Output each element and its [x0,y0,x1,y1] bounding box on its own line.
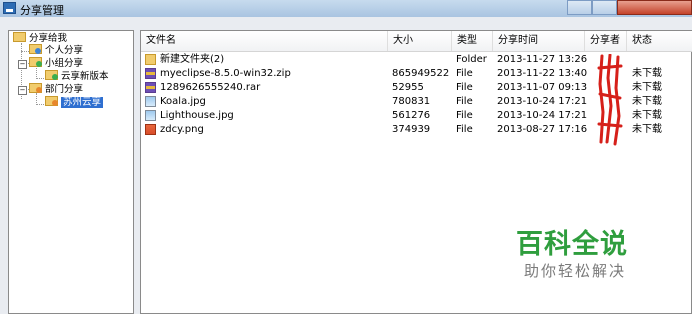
shared-folder-icon [45,70,58,80]
share-time: 2013-11-07 09:13 [497,82,588,93]
file-status: 未下载 [632,96,662,107]
file-type: File [456,68,473,79]
share-time: 2013-11-22 13:40 [497,68,588,79]
file-type: File [456,124,473,135]
share-time: 2013-11-27 13:26 [497,54,588,65]
file-status: 未下载 [632,82,662,93]
file-status: 未下载 [632,124,662,135]
shared-folder-icon [29,57,42,67]
tree-line [21,51,29,52]
file-type: File [456,110,473,121]
tree-item-label: 个人分享 [45,45,84,56]
shared-folder-icon [29,44,42,54]
file-size: 865949522 [392,68,450,79]
image-icon [145,110,156,121]
column-header-name[interactable]: 文件名 [141,31,388,51]
file-name: 新建文件夹(2) [160,54,225,65]
file-status: 未下载 [632,68,662,79]
folder-icon [13,32,26,42]
close-button[interactable] [617,0,692,15]
tree-item-label: 分享给我 [29,33,68,44]
shared-folder-icon [45,96,58,106]
column-header-sharer[interactable]: 分享者 [585,31,627,51]
file-name: 1289626555240.rar [160,82,261,93]
list-header: 文件名 大小 类型 分享时间 分享者 状态 [141,31,692,52]
window-title: 分享管理 [20,4,64,17]
column-header-time[interactable]: 分享时间 [493,31,585,51]
archive-icon [145,68,156,79]
watermark-title: 百科全说 [516,229,628,260]
column-header-size[interactable]: 大小 [388,31,452,51]
png-icon [145,124,156,135]
file-size: 561276 [392,110,431,121]
share-time: 2013-10-24 17:21 [497,110,588,121]
archive-icon [145,82,156,93]
file-type: File [456,96,473,107]
tree-line [36,78,44,79]
file-name: myeclipse-8.5.0-win32.zip [160,68,291,79]
tree-item-label: 部门分享 [45,84,84,95]
share-tree[interactable]: 分享给我 个人分享 − 小组分享 云享新版本 − 部门分享 苏州云享 [8,30,134,314]
collapse-icon[interactable]: − [18,86,27,95]
file-size: 52955 [392,82,424,93]
tree-item-label: 小组分享 [45,58,84,69]
column-header-status[interactable]: 状态 [627,31,692,51]
file-name: Lighthouse.jpg [160,110,234,121]
tree-item-label: 云享新版本 [61,71,109,82]
app-icon [3,2,16,14]
file-name: zdcy.png [160,124,204,135]
tree-item-suzhou[interactable]: 苏州云享 [45,96,104,109]
shared-folder-icon [29,83,42,93]
file-status: 未下载 [632,110,662,121]
tree-item-department[interactable]: 部门分享 [29,83,83,96]
collapse-icon[interactable]: − [18,60,27,69]
file-type: File [456,82,473,93]
redaction-scribble [597,54,623,146]
file-name: Koala.jpg [160,96,206,107]
image-icon [145,96,156,107]
maximize-button[interactable] [592,0,617,15]
share-time: 2013-10-24 17:21 [497,96,588,107]
file-size: 780831 [392,96,431,107]
title-bar: 分享管理 [0,0,692,17]
tree-item-group[interactable]: 小组分享 [29,57,83,70]
minimize-button[interactable] [567,0,592,15]
column-header-type[interactable]: 类型 [452,31,493,51]
file-type: Folder [456,54,487,65]
tree-item-label: 苏州云享 [61,97,104,108]
folder-icon [145,54,156,65]
tree-item-new-version[interactable]: 云享新版本 [45,70,109,83]
share-time: 2013-08-27 17:16 [497,124,588,135]
redaction-stroke [597,54,623,146]
tree-item-personal[interactable]: 个人分享 [29,44,83,57]
file-size: 374939 [392,124,431,135]
tree-line [36,104,44,105]
watermark-subtitle: 助你轻松解决 [524,262,627,280]
